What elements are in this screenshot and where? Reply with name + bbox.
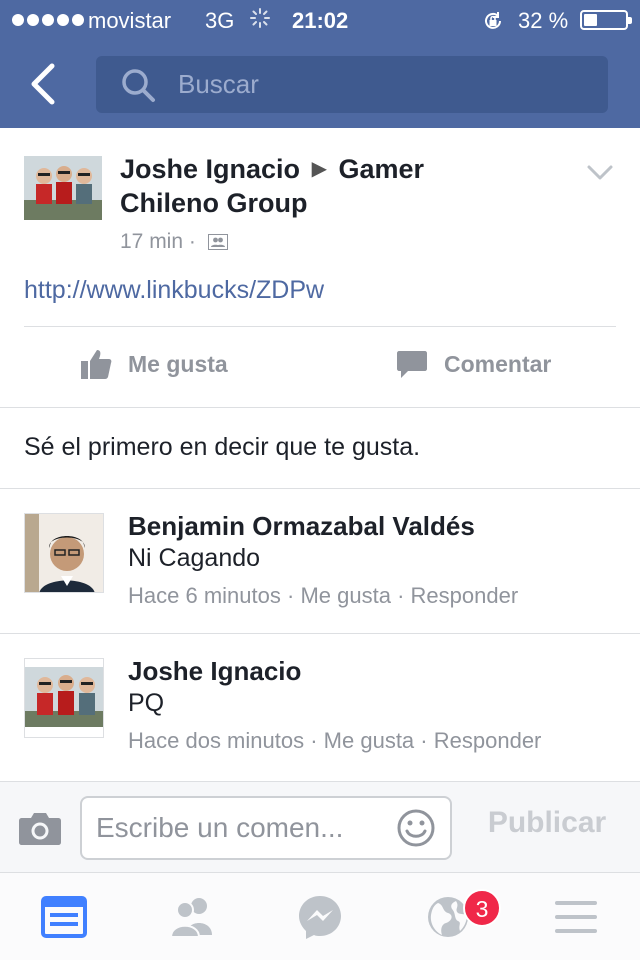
post-timestamp[interactable]: 17 min (120, 230, 183, 253)
commenter-name[interactable]: Benjamin Ormazabal Valdés (128, 511, 475, 542)
friend-requests-tab-icon[interactable] (168, 893, 216, 941)
post-author: Joshe Ignacio ▶ Gamer Chileno Group (120, 152, 540, 220)
news-feed-tab-icon[interactable] (40, 893, 88, 941)
author-avatar[interactable] (24, 156, 102, 220)
comment-button[interactable]: Comentar (396, 348, 551, 380)
tab-bar (0, 873, 640, 960)
carrier-name: movistar (88, 8, 172, 33)
meta-separator: · (286, 583, 295, 608)
group-name[interactable]: Gamer (338, 154, 424, 184)
battery-icon (580, 10, 632, 30)
commenter-avatar[interactable] (24, 513, 104, 593)
avatar-photo-icon (25, 659, 103, 737)
search-input[interactable] (178, 64, 578, 104)
search-bar[interactable] (96, 56, 608, 113)
comment-timestamp: Hace dos minutos (128, 728, 305, 753)
battery-percent: 32 % (518, 8, 569, 33)
comment-composer: Publicar (0, 781, 640, 873)
emoji-icon[interactable] (396, 808, 436, 848)
shared-to-arrow-icon: ▶ (311, 158, 327, 180)
like-label: Me gusta (128, 350, 228, 377)
avatar-photo-icon (25, 514, 103, 592)
comment-item: Benjamin Ormazabal Valdés Ni Cagando Hac… (0, 489, 640, 633)
clock: 21:02 (292, 8, 349, 33)
status-bar: movistar 3G 21:02 32 % (0, 0, 640, 40)
activity-spinner-icon (250, 8, 270, 28)
comment-field[interactable] (80, 796, 452, 860)
comment-like-link[interactable]: Me gusta (300, 583, 391, 608)
commenter-name[interactable]: Joshe Ignacio (128, 656, 301, 687)
post-meta: 17 min · (120, 230, 228, 254)
search-icon (122, 69, 155, 102)
publish-button[interactable]: Publicar (470, 806, 624, 840)
group-name-continued[interactable]: Chileno Group (120, 188, 307, 218)
network-type: 3G (205, 8, 235, 33)
group-audience-icon (207, 234, 228, 250)
meta-separator: · (188, 230, 196, 253)
author-name[interactable]: Joshe Ignacio (120, 154, 300, 184)
like-button[interactable]: Me gusta (80, 348, 228, 380)
camera-icon[interactable] (18, 810, 62, 846)
comment-item: Joshe Ignacio PQ Hace dos minutos · Me g… (0, 634, 640, 778)
commenter-avatar[interactable] (24, 658, 104, 738)
signal-strength-icon (12, 14, 84, 26)
thumbs-up-icon (81, 350, 112, 379)
post-link[interactable]: http://www.linkbucks/ZDPw (24, 276, 324, 305)
meta-separator: · (397, 583, 405, 608)
menu-hamburger-icon[interactable] (552, 893, 600, 941)
comment-like-link[interactable]: Me gusta (324, 728, 415, 753)
comment-meta: Hace 6 minutos · Me gusta · Responder (128, 583, 518, 609)
comment-reply-link[interactable]: Responder (411, 583, 519, 608)
notifications-badge: 3 (463, 889, 501, 927)
comment-timestamp: Hace 6 minutos (128, 583, 281, 608)
comment-input[interactable] (96, 808, 388, 848)
comment-meta: Hace dos minutos · Me gusta · Responder (128, 728, 541, 754)
comment-text: Ni Cagando (128, 544, 261, 572)
comment-text: PQ (128, 689, 165, 717)
chevron-down-icon[interactable] (586, 164, 614, 182)
meta-separator: · (420, 728, 428, 753)
header: movistar 3G 21:02 32 % (0, 0, 640, 128)
divider (0, 407, 640, 408)
divider (24, 326, 616, 327)
comment-label: Comentar (444, 350, 552, 377)
comment-reply-link[interactable]: Responder (434, 728, 542, 753)
messenger-tab-icon[interactable] (296, 893, 344, 941)
comment-bubble-icon (397, 351, 427, 378)
first-to-like-prompt: Sé el primero en decir que te gusta. (24, 433, 421, 461)
meta-separator: · (310, 728, 318, 753)
back-arrow-icon[interactable] (26, 62, 62, 106)
rotation-lock-icon (485, 12, 501, 29)
avatar-photo-icon (24, 156, 102, 220)
